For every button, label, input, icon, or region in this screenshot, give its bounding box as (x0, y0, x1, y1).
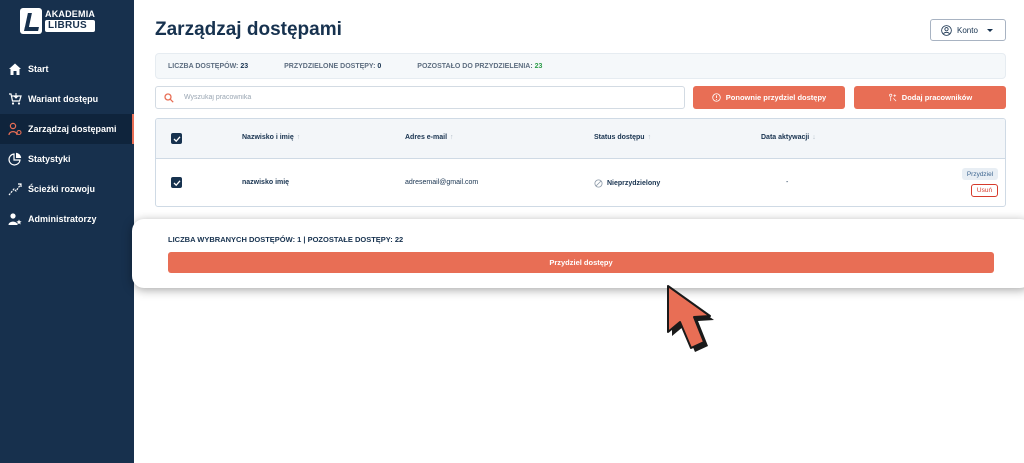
sidebar-item-statystyki[interactable]: Statystyki (0, 144, 134, 174)
sidebar-item-wariant[interactable]: Wariant dostępu (0, 84, 134, 114)
brand-logo[interactable]: AKADEMIA LIBRUS (20, 8, 96, 34)
sidebar-item-sciezki[interactable]: Ścieżki rozwoju (0, 174, 134, 204)
sidebar-item-label: Wariant dostępu (28, 94, 99, 104)
column-header-activation-label: Data aktywacji (761, 134, 810, 141)
column-header-email[interactable]: Adres e-mail ↑ (405, 134, 454, 141)
sidebar-item-start[interactable]: Start (0, 54, 134, 84)
home-icon (8, 62, 22, 76)
sidebar-item-zarzadzaj[interactable]: Zarządzaj dostępami (0, 114, 134, 144)
column-header-email-label: Adres e-mail (405, 134, 448, 141)
stat-assigned: PRZYDZIELONE DOSTĘPY: 0 (284, 63, 381, 70)
search-input[interactable] (184, 94, 664, 101)
stat-total-value: 23 (240, 62, 249, 70)
assign-access-button[interactable]: Przydziel dostępy (168, 252, 994, 273)
column-header-name[interactable]: Nazwisko i imię ↑ (242, 134, 300, 141)
column-header-status[interactable]: Status dostępu ↑ (594, 134, 651, 141)
stat-assigned-value: 0 (377, 62, 382, 70)
sidebar-item-label: Ścieżki rozwoju (28, 184, 96, 194)
account-label: Konto (957, 25, 978, 35)
sidebar-nav: Start Wariant dostępu Zarządzaj dostępam… (0, 54, 134, 234)
check-icon (173, 179, 180, 186)
sidebar-item-label: Start (28, 64, 49, 74)
access-stats: LICZBA DOSTĘPÓW: 23 PRZYDZIELONE DOSTĘPY… (155, 53, 1006, 79)
user-circle-icon (941, 24, 952, 36)
column-header-status-label: Status dostępu (594, 134, 645, 141)
stat-remaining-value: 23 (534, 62, 543, 70)
row-activation-date: - (786, 179, 789, 186)
row-remove-button[interactable]: Usuń (971, 184, 998, 197)
column-header-activation[interactable]: Data aktywacji ↓ (761, 134, 816, 141)
sidebar-item-label: Administratorzy (28, 214, 97, 224)
search-box[interactable] (155, 86, 685, 109)
sidebar: AKADEMIA LIBRUS Start Wariant dostępu Za… (0, 0, 134, 463)
path-icon (8, 182, 22, 196)
stat-remaining-label: POZOSTAŁO DO PRZYDZIELENIA: (417, 62, 533, 70)
stat-remaining: POZOSTAŁO DO PRZYDZIELENIA: 23 (417, 63, 542, 70)
logo-mark-icon (20, 8, 42, 34)
row-email: adresemail@gmail.com (405, 179, 479, 186)
pointer-arrow-icon (667, 285, 714, 352)
row-status-label: Nieprzydzielony (607, 180, 661, 187)
info-circle-icon (712, 93, 721, 102)
add-users-icon (888, 93, 897, 102)
sort-arrow-icon: ↑ (450, 134, 454, 141)
sidebar-item-label: Statystyki (28, 154, 71, 164)
row-status: Nieprzydzielony (594, 179, 660, 188)
stat-assigned-label: PRZYDZIELONE DOSTĘPY: (284, 62, 376, 70)
reassign-access-button[interactable]: Ponownie przydziel dostępy (693, 86, 845, 109)
sidebar-item-label: Zarządzaj dostępami (28, 124, 117, 134)
row-name: nazwisko imię (242, 179, 290, 186)
selection-summary-card: LICZBA WYBRANYCH DOSTĘPÓW: 1 | POZOSTAŁE… (132, 219, 1024, 288)
sort-arrow-icon: ↓ (812, 134, 816, 141)
logo-text: AKADEMIA LIBRUS (45, 9, 96, 32)
sidebar-item-administratorzy[interactable]: Administratorzy (0, 204, 134, 234)
logo-line1: AKADEMIA (45, 9, 96, 19)
sort-arrow-icon: ↑ (647, 134, 652, 141)
add-employees-label: Dodaj pracowników (901, 93, 973, 102)
page-title: Zarządzaj dostępami (155, 19, 342, 40)
reassign-access-label: Ponownie przydziel dostępy (725, 93, 827, 102)
search-icon (164, 92, 174, 103)
pie-chart-icon (8, 152, 22, 166)
selection-summary-text: LICZBA WYBRANYCH DOSTĘPÓW: 1 | POZOSTAŁE… (168, 235, 404, 244)
logo-line2: LIBRUS (45, 20, 96, 32)
stat-total-label: LICZBA DOSTĘPÓW: (168, 62, 239, 70)
row-assign-button[interactable]: Przydziel (962, 168, 998, 180)
user-gear-icon (8, 122, 22, 136)
employees-table: Nazwisko i imię ↑ Adres e-mail ↑ Status do… (155, 118, 1006, 207)
column-header-name-label: Nazwisko i imię (242, 134, 294, 141)
blocked-circle-icon (594, 179, 603, 188)
add-employees-button[interactable]: Dodaj pracowników (854, 86, 1006, 109)
chevron-down-icon (986, 28, 993, 32)
table-header: Nazwisko i imię ↑ Adres e-mail ↑ Status do… (156, 119, 1005, 159)
check-icon (173, 135, 180, 142)
account-dropdown[interactable]: Konto (930, 19, 1006, 41)
row-checkbox[interactable] (171, 177, 182, 188)
admin-star-icon (8, 212, 22, 226)
cart-icon (8, 92, 22, 106)
sort-arrow-icon: ↑ (296, 134, 301, 141)
stat-total: LICZBA DOSTĘPÓW: 23 (168, 63, 248, 70)
select-all-checkbox[interactable] (171, 133, 182, 144)
